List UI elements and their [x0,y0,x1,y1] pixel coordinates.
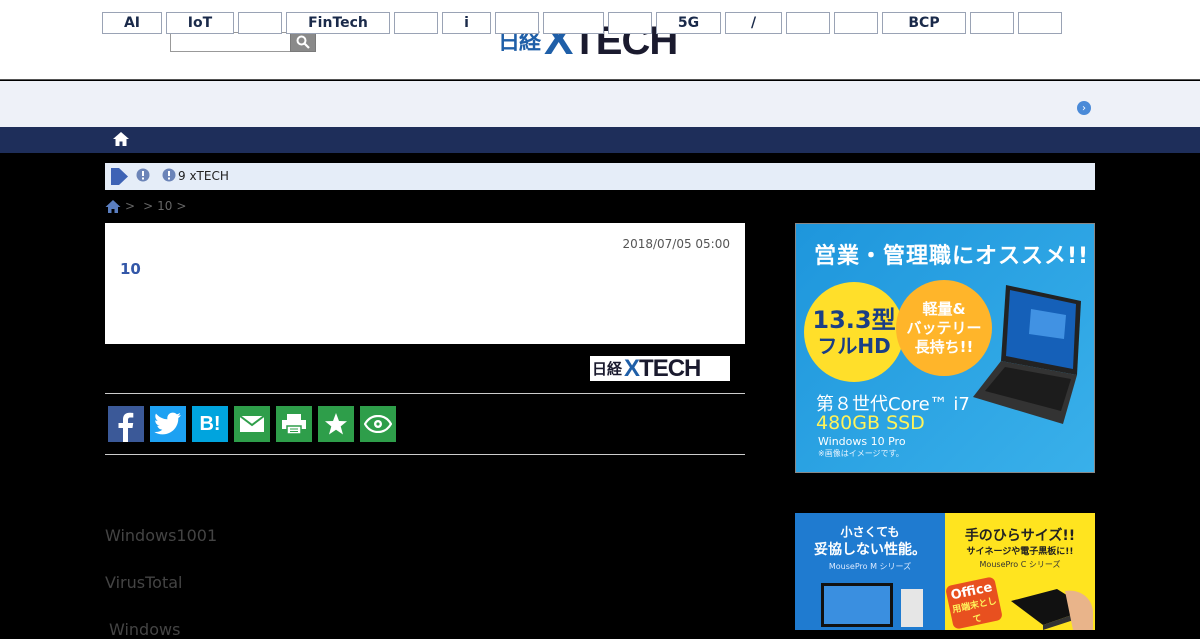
ad-ssd: 480GB SSD [816,412,925,434]
ad-headline: 営業・管理職にオススメ!! [814,244,1090,269]
breadcrumb-separator: > [125,199,136,213]
print-icon [282,414,306,435]
tag-item[interactable] [786,12,830,34]
home-icon[interactable] [105,199,121,214]
alert-bar: 9 xTECH [105,163,1095,190]
print-button[interactable] [276,406,312,442]
tag-item[interactable]: / [725,12,782,34]
tag-item[interactable] [834,12,878,34]
mail-share-button[interactable] [234,406,270,442]
tag-item[interactable] [495,12,539,34]
tag-item[interactable]: FinTech [286,12,390,34]
tag-item[interactable] [1018,12,1062,34]
ad-panel-left: 小さくても 妥協しない性能。 MousePro M シリーズ [795,513,945,630]
twitter-icon [154,412,181,435]
search-icon [296,35,310,49]
source-logo-main: XTECH [624,354,701,383]
tag-item[interactable]: BCP [882,12,966,34]
facebook-icon [118,412,134,442]
tag-item[interactable] [238,12,282,34]
alert-icon [162,168,176,182]
tag-item[interactable] [543,12,604,34]
ad-text: 小さくても [840,525,900,539]
source-logo-x: X [624,354,640,382]
tag-item[interactable]: 5G [656,12,721,34]
tag-item[interactable] [970,12,1014,34]
breadcrumb-separator: > [143,199,154,213]
divider [105,393,745,394]
hatena-share-button[interactable]: B! [192,406,228,442]
search-button[interactable] [290,32,316,52]
ad-panel-right: 手のひらサイズ!! サイネージや電子黒板に!! MousePro C シリーズ … [944,513,1095,630]
article-header: 2018/07/05 05:00 10 [105,223,745,344]
source-logo-jp: 日経 [592,360,623,378]
tag-item[interactable] [394,12,438,34]
ad-text: 妥協しない性能。 [814,542,926,558]
ad-note: ※画像はイメージです。 [818,449,904,458]
ad-badge-text: 長持ち!! [914,337,974,356]
divider [105,454,745,455]
ad-text: MousePro C シリーズ [979,560,1061,569]
search-input[interactable] [170,32,291,52]
star-icon [325,413,347,435]
source-logo: 日経 XTECH [590,354,730,383]
mini-pc-image [1011,589,1093,630]
ad-text: 手のひらサイズ!! [964,528,1076,544]
ad-badge-resolution: フルHD [817,334,891,358]
chevron-right-icon: › [1082,102,1086,114]
tag-item[interactable]: i [442,12,491,34]
eye-icon [364,415,392,433]
main-nav [0,127,1200,153]
body-paragraph: VirusTotal [105,573,183,592]
breadcrumb-separator: > [176,199,187,213]
home-icon[interactable] [112,130,130,148]
article-date: 2018/07/05 05:00 [622,237,730,251]
tag-item[interactable]: AI [102,12,162,34]
ad-banner-laptop[interactable]: 営業・管理職にオススメ!! 13.3型 フルHD 軽量& バッテリー 長持ち!!… [795,223,1095,473]
laptop-image [973,285,1081,424]
ad-os: Windows 10 Pro [818,435,906,448]
ad-badge-display: 13.3型 フルHD [804,282,904,382]
play-icon[interactable] [109,167,129,186]
alert-icon [136,168,150,182]
ad-banner-mousepro[interactable]: 小さくても 妥協しない性能。 MousePro M シリーズ 手のひらサイズ!!… [795,513,1095,630]
mail-icon [239,415,265,432]
tag-item[interactable] [608,12,652,34]
hatena-icon: B! [199,412,221,435]
breadcrumb-item[interactable]: 10 [157,199,172,213]
ad-badge-size: 13.3型 [812,306,896,334]
ad-office-badge: Office 用端末として [944,576,1004,630]
facebook-share-button[interactable] [108,406,144,442]
favorite-button[interactable] [318,406,354,442]
article-title: 10 [120,260,141,278]
ad-text: MousePro M シリーズ [828,562,912,571]
ad-text: サイネージや電子黒板に!! [966,547,1074,557]
monitor-image [821,583,923,627]
alert-text[interactable]: 9 xTECH [178,169,229,183]
body-paragraph: Windows1001 [105,526,218,545]
tag-item[interactable]: IoT [166,12,234,34]
tag-next-button[interactable]: › [1077,101,1091,115]
twitter-share-button[interactable] [150,406,186,442]
source-logo-tech: TECH [639,354,701,382]
watch-button[interactable] [360,406,396,442]
tag-bar [0,81,1200,127]
ad-badge-text: 軽量& [922,299,966,318]
breadcrumb: > > 10 > [105,198,190,214]
